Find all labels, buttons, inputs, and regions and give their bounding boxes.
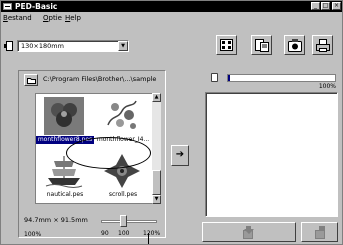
chevron-down-icon[interactable]: ▼ [118, 41, 128, 51]
app-icon[interactable] [3, 3, 12, 10]
delete-from-card-button[interactable] [301, 222, 338, 242]
design-size: 94.7mm × 91.5mm [24, 216, 88, 224]
maximize-button[interactable]: □ [321, 2, 330, 10]
layout-grid-icon [220, 39, 233, 51]
callout-ellipse [66, 137, 151, 169]
hoop-size-value: 130×180mm [21, 42, 64, 50]
scroll-thumb[interactable] [152, 170, 161, 195]
print-button[interactable] [312, 35, 333, 55]
card-capacity-bar [227, 74, 336, 82]
file-name: scroll.pes [108, 191, 138, 198]
hoop-size-select[interactable]: 130×180mm ▼ [17, 40, 129, 52]
file-list-scrollbar[interactable]: ▲ ▼ [152, 93, 161, 204]
zoom-slider-track[interactable] [101, 220, 157, 223]
folder-path: C:\Program Files\Brother\...\sample [43, 75, 157, 83]
card-contents-area[interactable] [205, 92, 338, 217]
write-card-icon [288, 39, 302, 52]
scale-percent: 100% [24, 231, 42, 238]
file-name: nautical.pes [46, 191, 84, 198]
red-floral-icon [107, 100, 137, 129]
transfer-to-card-button[interactable] [202, 222, 296, 242]
zoom-min-label: 90 [101, 230, 109, 237]
card-pane: 100% [202, 70, 338, 217]
scroll-up-button[interactable]: ▲ [152, 93, 161, 102]
transfer-to-card-icon [243, 226, 254, 239]
menu-bestand[interactable]: Bestand [3, 13, 32, 23]
print-icon [316, 39, 330, 52]
layout-button[interactable] [216, 35, 237, 55]
zoom-mid-label: 100 [118, 230, 130, 237]
zoom-max-label: 120% [143, 230, 161, 237]
menu-optie[interactable]: Optie [43, 13, 62, 23]
folder-icon [27, 78, 36, 84]
card-capacity-label: 100% [318, 83, 336, 90]
close-button[interactable]: × [332, 2, 341, 10]
write-card-button[interactable] [284, 35, 305, 55]
delete-from-card-icon [314, 226, 325, 239]
zoom-slider[interactable] [99, 215, 159, 229]
blue-flower-icon [44, 97, 84, 135]
memory-card-icon [211, 73, 218, 82]
callout-pointer [148, 233, 149, 244]
card-capacity-fill [228, 75, 231, 81]
hoop-icon [4, 41, 13, 51]
window-title: PED-Basic [15, 2, 58, 11]
transfer-button[interactable]: ➔ [171, 145, 189, 166]
minimize-button[interactable]: _ [311, 2, 320, 10]
menu-bar: Bestand Optie Help [1, 13, 342, 23]
arrow-right-icon: ➔ [175, 149, 185, 160]
scroll-track[interactable] [152, 102, 161, 195]
properties-button[interactable] [251, 35, 272, 55]
app-window: PED-Basic _ □ × Bestand Optie Help 130×1… [0, 0, 343, 245]
zoom-slider-thumb[interactable] [120, 215, 128, 227]
title-bar[interactable]: PED-Basic _ □ × [1, 1, 342, 12]
menu-help[interactable]: Help [65, 13, 81, 23]
file-properties-icon [255, 39, 269, 52]
scroll-down-button[interactable]: ▼ [152, 195, 161, 204]
browse-folder-button[interactable] [24, 74, 38, 86]
